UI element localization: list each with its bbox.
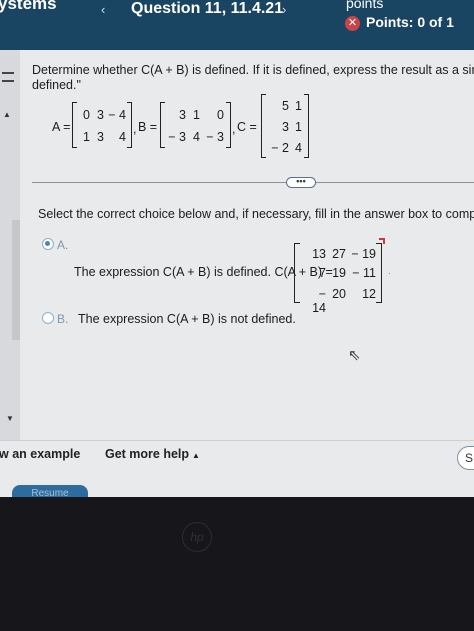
matrix-b-cell: 1 (193, 108, 200, 122)
answer-cell[interactable]: − 14 (302, 287, 326, 315)
get-more-help-label: Get more help (105, 447, 190, 461)
matrix-a-cell: 3 (97, 130, 104, 144)
matrix-c-cell: 3 (282, 120, 289, 134)
incorrect-x-icon: ✕ (345, 16, 360, 31)
instructions-text: Select the correct choice below and, if … (38, 207, 474, 221)
answer-cell[interactable]: 27 (326, 247, 346, 261)
points-label: points (346, 0, 384, 11)
option-b-text: The expression C(A + B) is not defined. (78, 312, 296, 326)
matrix-a-cell: 3 (97, 108, 104, 122)
matrix-b-cell: − 3 (168, 130, 186, 144)
answer-cell[interactable]: − 19 (346, 247, 376, 261)
expand-more-button[interactable]: ••• (286, 177, 316, 188)
submit-button[interactable]: S (457, 446, 474, 470)
previous-question-button[interactable]: ‹ (101, 2, 105, 17)
matrix-b-label: B = (138, 120, 158, 134)
matrix-a-cell: 4 (119, 130, 126, 144)
section-divider (32, 182, 474, 183)
answer-period: . (388, 266, 391, 277)
matrix-a-cell: − 4 (108, 108, 126, 122)
matrix-a-cell: 0 (83, 108, 90, 122)
matrix-b-cell: 0 (217, 108, 224, 122)
question-panel: ▲ ▼ Determine whether C(A + B) is define… (0, 50, 474, 497)
answer-marker-icon (379, 238, 385, 244)
answer-cell[interactable]: − 11 (346, 266, 376, 280)
question-prompt: Determine whether C(A + B) is defined. I… (32, 63, 474, 77)
matrix-b-cell: 3 (179, 108, 186, 122)
matrix-a-cell: 1 (83, 130, 90, 144)
matrix-a-right-bracket (127, 102, 132, 148)
view-example-link[interactable]: w an example (0, 447, 80, 461)
laptop-bezel (0, 497, 474, 631)
scrollbar-thumb[interactable] (12, 220, 20, 340)
brand-title: ystems (0, 0, 57, 13)
answer-cell[interactable]: 20 (326, 287, 346, 301)
caret-up-icon: ▲ (192, 451, 200, 460)
answer-cell[interactable]: 13 (302, 247, 326, 261)
matrix-b-cell: − 3 (206, 130, 224, 144)
matrix-b-cell: 4 (193, 130, 200, 144)
menu-lines-icon[interactable] (2, 72, 14, 82)
mouse-cursor-icon: ⇖ (348, 347, 361, 364)
answer-cell[interactable]: 7 (302, 266, 326, 280)
matrix-separator: , (133, 122, 137, 136)
left-scroll-rail[interactable]: ▲ ▼ (0, 50, 20, 497)
matrix-c-cell: 4 (295, 141, 302, 155)
answer-cell[interactable]: 19 (326, 266, 346, 280)
scroll-down-icon[interactable]: ▼ (6, 414, 14, 423)
matrix-c-right-bracket (304, 94, 309, 158)
points-value: Points: 0 of 1 (366, 14, 454, 30)
option-a-letter: A. (57, 238, 69, 252)
option-b-letter: B. (57, 312, 69, 326)
next-question-button[interactable]: › (282, 2, 286, 17)
matrix-a-label: A = (52, 120, 71, 134)
matrix-c-label: C = (237, 120, 257, 134)
question-title: Question 11, 11.4.21 (131, 0, 284, 17)
top-bar: ystems ‹ Question 11, 11.4.21 › points ✕… (0, 0, 474, 50)
option-b-radio[interactable] (42, 312, 54, 324)
matrix-separator: , (232, 122, 236, 136)
get-more-help-link[interactable]: Get more help ▲ (105, 447, 200, 461)
matrix-c-cell: 1 (295, 120, 302, 134)
matrix-b-right-bracket (226, 102, 231, 148)
hp-logo-icon: hp (182, 522, 212, 552)
option-a-radio[interactable] (42, 238, 54, 250)
answer-cell[interactable]: 12 (346, 287, 376, 301)
matrix-c-cell: 1 (295, 99, 302, 113)
matrix-c-cell: − 2 (271, 141, 289, 155)
question-prompt-continued: defined." (32, 78, 81, 92)
matrix-c-cell: 5 (282, 99, 289, 113)
scroll-up-icon[interactable]: ▲ (3, 110, 11, 119)
